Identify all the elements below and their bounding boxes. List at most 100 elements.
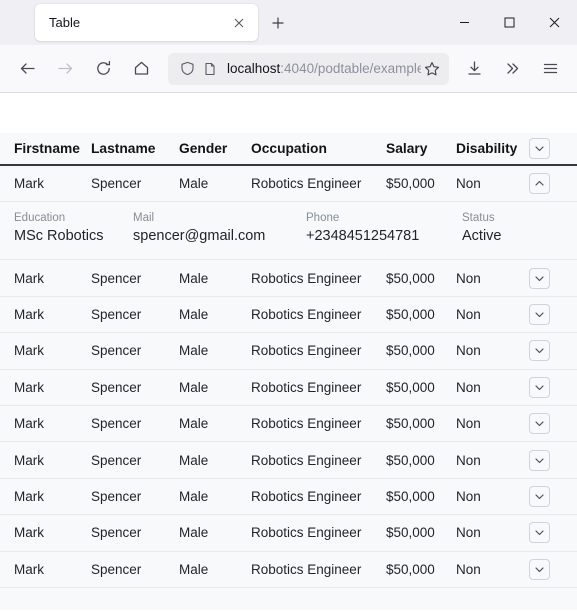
star-icon[interactable] bbox=[421, 58, 443, 80]
detail-label: Education bbox=[14, 212, 66, 225]
cell-occupation: Robotics Engineer bbox=[251, 488, 362, 504]
chevron-down-icon[interactable] bbox=[529, 138, 550, 159]
column-header-gender[interactable]: Gender bbox=[179, 141, 251, 156]
shield-icon bbox=[177, 59, 197, 79]
chevron-double-right-icon[interactable] bbox=[496, 53, 528, 85]
cell-gender: Male bbox=[179, 525, 209, 541]
forward-arrow-icon[interactable] bbox=[49, 53, 81, 85]
cell-gender: Male bbox=[179, 306, 209, 322]
table-row[interactable]: Mark Spencer Male Robotics Engineer $50,000 N… bbox=[0, 515, 577, 552]
back-arrow-icon[interactable] bbox=[11, 53, 43, 85]
row-expander-cell bbox=[529, 522, 577, 544]
cell-lastname: Spencer bbox=[91, 306, 142, 322]
cell-salary: $50,000 bbox=[386, 176, 435, 192]
tab-strip: Table bbox=[0, 0, 577, 45]
cell-occupation: Robotics Engineer bbox=[251, 270, 362, 286]
cell-occupation: Robotics Engineer bbox=[251, 525, 362, 541]
table-row[interactable]: Mark Spencer Male Robotics Engineer $50,000 N… bbox=[0, 333, 577, 370]
minimize-button[interactable] bbox=[442, 0, 487, 45]
row-expander-cell bbox=[529, 267, 577, 289]
hamburger-menu-icon[interactable] bbox=[534, 53, 566, 85]
cell-occupation: Robotics Engineer bbox=[251, 306, 362, 322]
cell-firstname: Mark bbox=[14, 416, 44, 432]
navigation-toolbar: localhost:4040/podtable/examples bbox=[0, 45, 577, 93]
expand-all-cell bbox=[529, 138, 577, 159]
cell-salary: $50,000 bbox=[386, 416, 435, 432]
cell-firstname: Mark bbox=[14, 525, 44, 541]
cell-gender: Male bbox=[179, 176, 209, 192]
cell-disability: Non bbox=[456, 343, 481, 359]
column-header-occupation[interactable]: Occupation bbox=[251, 141, 386, 156]
cell-gender: Male bbox=[179, 452, 209, 468]
cell-salary: $50,000 bbox=[386, 306, 435, 322]
row-expander-cell bbox=[529, 173, 577, 195]
table-row[interactable]: Mark Spencer Male Robotics Engineer $50,000 N… bbox=[0, 551, 577, 588]
cell-occupation: Robotics Engineer bbox=[251, 452, 362, 468]
close-icon[interactable] bbox=[228, 12, 250, 34]
new-tab-button[interactable] bbox=[266, 11, 290, 35]
cell-occupation: Robotics Engineer bbox=[251, 416, 362, 432]
cell-lastname: Spencer bbox=[91, 525, 142, 541]
chevron-down-icon[interactable] bbox=[529, 558, 550, 580]
cell-salary: $50,000 bbox=[386, 488, 435, 504]
chevron-down-icon[interactable] bbox=[529, 376, 550, 398]
table-row[interactable]: Mark Spencer Male Robotics Engineer $50,000 N… bbox=[0, 369, 577, 406]
cell-lastname: Spencer bbox=[91, 343, 142, 359]
maximize-button[interactable] bbox=[487, 0, 532, 45]
cell-gender: Male bbox=[179, 561, 209, 577]
cell-occupation: Robotics Engineer bbox=[251, 561, 362, 577]
cell-firstname: Mark bbox=[14, 379, 44, 395]
close-window-button[interactable] bbox=[532, 0, 577, 45]
column-header-lastname[interactable]: Lastname bbox=[91, 141, 179, 156]
detail-status: Status Active bbox=[462, 211, 563, 246]
table-row[interactable]: Mark Spencer Male Robotics Engineer $50,000 N… bbox=[0, 260, 577, 297]
page-content: Firstname Lastname Gender Occupation Sal… bbox=[0, 93, 577, 615]
cell-gender: Male bbox=[179, 416, 209, 432]
chevron-down-icon[interactable] bbox=[529, 267, 550, 289]
cell-firstname: Mark bbox=[14, 343, 44, 359]
chevron-down-icon[interactable] bbox=[529, 303, 550, 325]
row-expander-cell bbox=[529, 449, 577, 471]
download-icon[interactable] bbox=[458, 53, 490, 85]
detail-value: +2348451254781 bbox=[306, 228, 420, 245]
detail-value: MSc Robotics bbox=[14, 228, 104, 245]
chevron-down-icon[interactable] bbox=[529, 485, 550, 507]
url-path: :4040/podtable/examples bbox=[280, 60, 421, 76]
column-header-firstname[interactable]: Firstname bbox=[0, 141, 91, 156]
table-row[interactable]: Mark Spencer Male Robotics Engineer $50,000 N… bbox=[0, 296, 577, 334]
row-expander-cell bbox=[529, 303, 577, 325]
detail-value: Active bbox=[462, 228, 502, 245]
url-text: localhost:4040/podtable/examples bbox=[227, 53, 421, 85]
detail-label: Phone bbox=[306, 212, 340, 225]
cell-disability: Non bbox=[456, 488, 481, 504]
cell-salary: $50,000 bbox=[386, 343, 435, 359]
cell-firstname: Mark bbox=[14, 306, 44, 322]
detail-mail: Mail spencer@gmail.com bbox=[133, 211, 306, 246]
row-expander-cell bbox=[529, 485, 577, 507]
row-detail-panel: Education MSc Robotics Mail spencer@gmai… bbox=[0, 202, 577, 261]
reload-icon[interactable] bbox=[87, 53, 119, 85]
cell-disability: Non bbox=[456, 525, 481, 541]
column-header-salary[interactable]: Salary bbox=[386, 141, 456, 156]
table-row[interactable]: Mark Spencer Male Robotics Engineer $50,000 N… bbox=[0, 405, 577, 443]
table-row[interactable]: Mark Spencer Male Robotics Engineer $50,000 N… bbox=[0, 442, 577, 479]
cell-occupation: Robotics Engineer bbox=[251, 379, 362, 395]
cell-gender: Male bbox=[179, 379, 209, 395]
browser-window: Table localhost:4040/podtable/examples F… bbox=[0, 0, 577, 615]
table-header-row: Firstname Lastname Gender Occupation Sal… bbox=[0, 133, 577, 166]
chevron-down-icon[interactable] bbox=[529, 449, 550, 471]
detail-value: spencer@gmail.com bbox=[133, 228, 266, 245]
home-icon[interactable] bbox=[125, 53, 157, 85]
column-header-disability[interactable]: Disability bbox=[456, 141, 529, 156]
chevron-up-icon[interactable] bbox=[529, 173, 550, 195]
url-bar[interactable]: localhost:4040/podtable/examples bbox=[168, 52, 449, 85]
chevron-down-icon[interactable] bbox=[529, 522, 550, 544]
table-row[interactable]: Mark Spencer Male Robotics Engineer $50,… bbox=[0, 166, 577, 203]
cell-salary: $50,000 bbox=[386, 379, 435, 395]
row-expander-cell bbox=[529, 340, 577, 362]
chevron-down-icon[interactable] bbox=[529, 340, 550, 362]
cell-salary: $50,000 bbox=[386, 525, 435, 541]
table-row[interactable]: Mark Spencer Male Robotics Engineer $50,000 N… bbox=[0, 478, 577, 516]
tab-table[interactable]: Table bbox=[35, 4, 258, 41]
chevron-down-icon[interactable] bbox=[529, 413, 550, 435]
